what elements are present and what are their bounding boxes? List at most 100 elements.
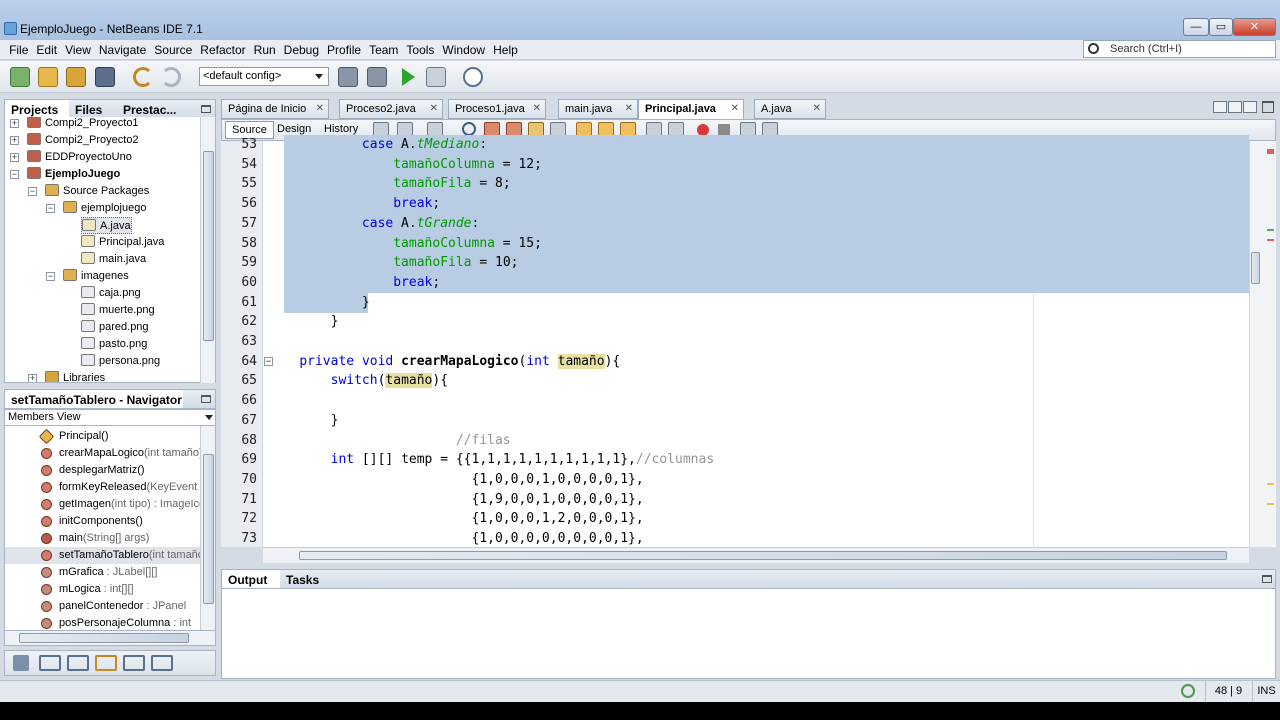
navigator-member[interactable]: initComponents() [5,513,201,530]
tree-expander-icon[interactable]: − [28,187,37,196]
close-tab-icon[interactable]: ✕ [316,100,324,118]
close-tab-icon[interactable]: ✕ [533,100,541,118]
tab-proceso2[interactable]: Proceso2.java ✕ [339,99,443,119]
tree-item[interactable]: Source Packages [45,183,149,200]
tree-expander-icon[interactable]: + [28,374,37,382]
tree-item[interactable]: Compi2_Proyecto1 [27,117,139,132]
tab-a[interactable]: A.java ✕ [754,99,826,119]
scroll-tabs-right-icon[interactable] [1228,101,1242,113]
menu-source[interactable]: Source [150,40,196,60]
close-tab-icon[interactable]: ✕ [625,100,633,118]
minimize-button[interactable]: — [1183,18,1209,36]
tab-output[interactable]: Output [222,570,280,588]
tree-item[interactable]: A.java [81,217,132,234]
navigator-member[interactable]: Principal() [5,428,201,445]
hierarchy-icon[interactable] [13,655,29,671]
tab-main[interactable]: main.java ✕ [558,99,638,119]
tree-item[interactable]: persona.png [81,353,160,370]
code-line[interactable]: } [268,312,339,332]
code-line[interactable]: break; [268,273,440,293]
navigator-hscrollbar[interactable] [4,630,216,646]
new-file-icon[interactable] [10,67,30,87]
navigator-member[interactable]: crearMapaLogico(int tamaño) [5,445,201,462]
menu-edit[interactable]: Edit [32,40,61,60]
tree-expander-icon[interactable]: + [10,153,19,162]
scrollbar-thumb[interactable] [203,151,214,341]
menu-team[interactable]: Team [365,40,402,60]
tab-tasks[interactable]: Tasks [280,570,330,588]
save-all-icon[interactable] [95,67,115,87]
filter-fields-icon[interactable] [39,655,61,671]
projects-scrollbar[interactable] [200,117,215,383]
tree-item[interactable]: pasto.png [81,336,147,353]
open-project-icon[interactable] [66,67,86,87]
undo-icon[interactable] [133,67,153,87]
tree-expander-icon[interactable]: − [46,204,55,213]
menu-navigate[interactable]: Navigate [95,40,150,60]
tree-item[interactable]: Libraries [45,370,105,382]
code-line[interactable]: {1,0,0,0,0,0,0,0,0,1}, [268,529,643,549]
close-button[interactable]: ✕ [1233,18,1276,36]
tab-services[interactable]: Prestac... [117,100,193,118]
debug-icon[interactable] [426,67,446,87]
tab-pagina-de-inicio[interactable]: Página de Inicio ✕ [221,99,329,119]
minimize-panel-icon[interactable] [201,395,211,403]
code-line[interactable]: tamañoFila = 8; [268,174,510,194]
code-line[interactable]: case A.tMediano: [268,135,487,155]
code-line[interactable]: } [268,293,370,313]
show-opened-documents-icon[interactable] [1243,101,1257,113]
code-line[interactable]: {1,9,0,0,1,0,0,0,0,1}, [268,490,643,510]
filter-inner-icon[interactable] [123,655,145,671]
tree-item[interactable]: Principal.java [81,234,164,251]
code-line[interactable]: private void crearMapaLogico(int tamaño)… [268,352,620,372]
tree-item[interactable]: main.java [81,251,146,268]
tree-item[interactable]: imagenes [63,268,129,285]
code-line[interactable]: {1,0,0,0,1,0,0,0,0,1}, [268,470,643,490]
tab-files[interactable]: Files [69,100,117,118]
navigator-member[interactable]: desplegarMatriz() [5,462,201,479]
editor-vscroll-thumb[interactable] [1251,252,1260,284]
search-input[interactable]: Search (Ctrl+I) [1083,40,1276,58]
navigator-member[interactable]: getImagen(int tipo) : ImageIcon [5,496,201,513]
run-icon[interactable] [402,68,415,86]
tree-item[interactable]: Compi2_Proyecto2 [27,132,139,149]
configuration-dropdown[interactable]: <default config> [199,67,329,86]
navigator-scrollbar[interactable] [200,426,215,630]
tree-expander-icon[interactable]: − [10,170,19,179]
maximize-editor-icon[interactable] [1262,101,1274,113]
menu-tools[interactable]: Tools [402,40,438,60]
maximize-button[interactable]: ▭ [1209,18,1233,36]
menu-refactor[interactable]: Refactor [196,40,249,60]
navigator-member[interactable]: main(String[] args) [5,530,201,547]
tree-expander-icon[interactable]: + [10,119,19,128]
code-line[interactable]: {1,0,0,0,1,2,0,0,0,1}, [268,509,643,529]
scrollbar-thumb[interactable] [203,454,214,604]
tab-proceso1[interactable]: Proceso1.java ✕ [448,99,546,119]
tab-projects[interactable]: Projects [5,100,69,118]
code-line[interactable]: tamañoColumna = 15; [268,234,542,254]
code-line[interactable]: break; [268,194,440,214]
code-line[interactable]: switch(tamaño){ [268,371,448,391]
members-view-dropdown[interactable]: Members View [4,409,216,426]
navigator-member[interactable]: setTamañoTablero(int tamaño) [5,547,201,564]
editor-hscrollbar[interactable] [263,547,1249,563]
tree-item[interactable]: pared.png [81,319,149,336]
code-line[interactable]: //filas [268,431,511,451]
build-hammer-icon[interactable] [338,67,358,87]
menu-debug[interactable]: Debug [280,40,323,60]
tree-expander-icon[interactable]: + [10,136,19,145]
code-line[interactable]: int [][] temp = {{1,1,1,1,1,1,1,1,1,1},/… [268,450,715,470]
minimize-panel-icon[interactable] [1262,575,1272,583]
code-line[interactable]: tamañoColumna = 12; [268,155,542,175]
close-tab-icon[interactable]: ✕ [731,100,739,118]
navigator-member[interactable]: formKeyReleased(KeyEvent evt) [5,479,201,496]
menu-file[interactable]: File [5,40,32,60]
close-tab-icon[interactable]: ✕ [813,100,821,118]
tab-principal[interactable]: Principal.java ✕ [638,99,744,119]
minimize-panel-icon[interactable] [201,105,211,113]
code-line[interactable]: } [268,411,339,431]
menu-window[interactable]: Window [438,40,489,60]
tree-item[interactable]: EDDProyectoUno [27,149,132,166]
close-tab-icon[interactable]: ✕ [430,100,438,118]
tree-item[interactable]: muerte.png [81,302,155,319]
